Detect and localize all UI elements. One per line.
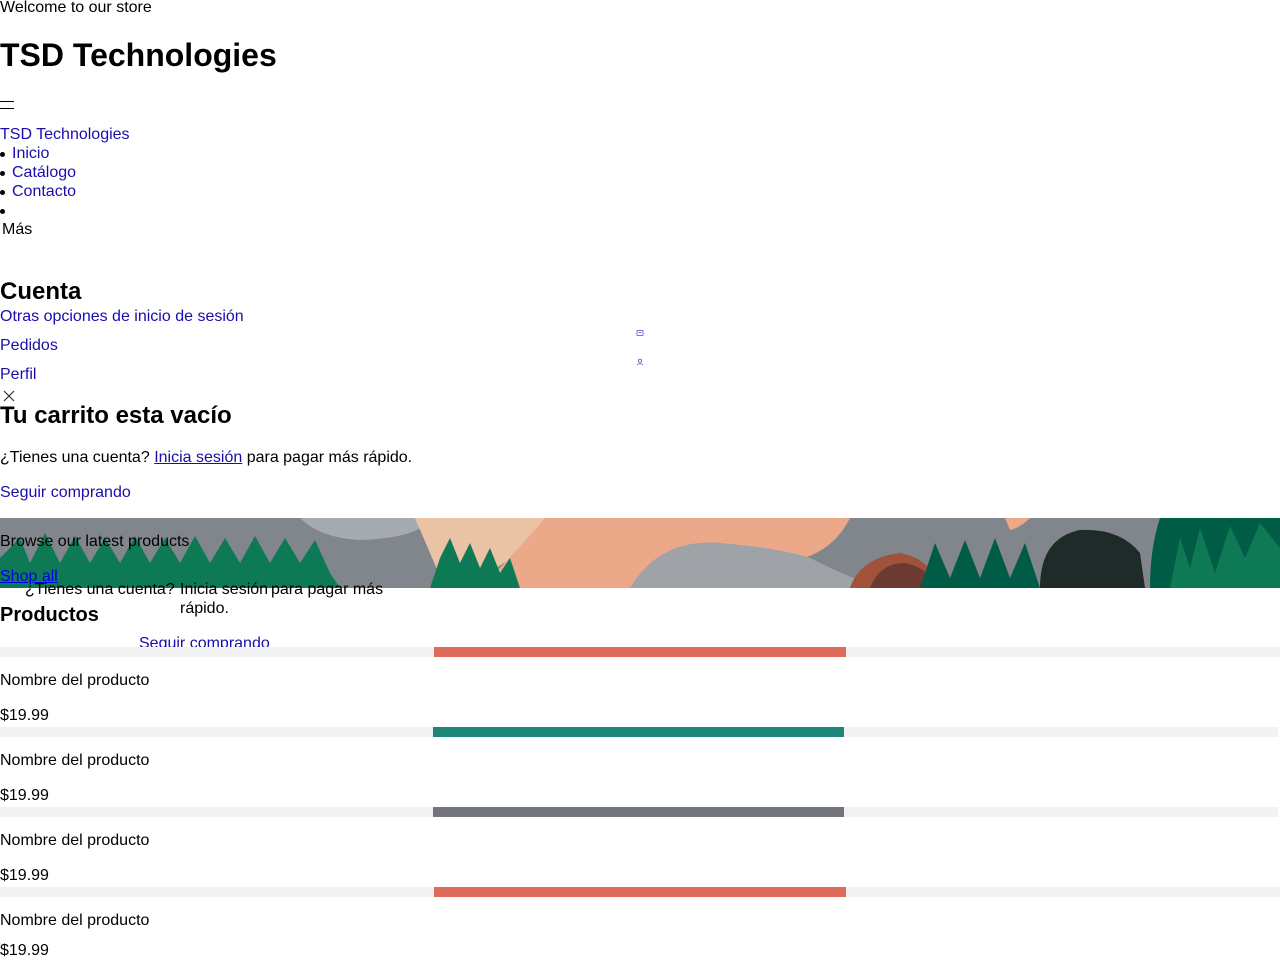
store-title: TSD Technologies <box>0 37 277 73</box>
product-name[interactable]: Nombre del producto <box>0 672 149 690</box>
products-title: Productos <box>0 604 99 626</box>
profile-icon[interactable] <box>636 358 644 366</box>
announcement-bar: Welcome to our store <box>0 0 152 16</box>
more-menu-button[interactable]: Más <box>2 221 32 239</box>
overlay-cart-login-link[interactable]: Inicia sesión <box>180 581 268 599</box>
cart-prompt-prefix: ¿Tienes una cuenta? <box>0 449 150 466</box>
continue-shopping-link[interactable]: Seguir comprando <box>0 484 131 502</box>
cart-login-prompt: ¿Tienes una cuenta? Inicia sesión para p… <box>0 449 412 467</box>
product-image[interactable] <box>434 647 846 657</box>
overlay-cart-prompt-suffix: para pagar más <box>271 581 384 598</box>
overlay-cart-prompt-prefix: ¿Tienes una cuenta? <box>25 581 175 598</box>
product-name[interactable]: Nombre del producto <box>0 752 149 770</box>
overlay-cart-prompt-suffix-2: rápido. <box>180 600 229 617</box>
product-name[interactable]: Nombre del producto <box>0 912 149 930</box>
nav-item-more <box>0 202 76 221</box>
product-name[interactable]: Nombre del producto <box>0 832 149 850</box>
nav-item-catalogo: Catálogo <box>0 164 76 183</box>
cart-empty-title: Tu carrito esta vacío <box>0 402 232 429</box>
account-title: Cuenta <box>0 278 82 305</box>
nav-link-catalogo[interactable]: Catálogo <box>12 164 76 181</box>
orders-link[interactable]: Pedidos <box>0 337 58 355</box>
product-image[interactable] <box>434 887 846 897</box>
product-image[interactable] <box>433 727 844 737</box>
cart-login-link[interactable]: Inicia sesión <box>154 449 242 466</box>
brand-link[interactable]: TSD Technologies <box>0 126 130 144</box>
nav-link-contacto[interactable]: Contacto <box>12 183 76 200</box>
nav-link-inicio[interactable]: Inicio <box>12 145 49 162</box>
orders-icon[interactable] <box>636 329 644 337</box>
other-login-options-link[interactable]: Otras opciones de inicio de sesión <box>0 308 244 326</box>
product-price: $19.99 <box>0 867 49 884</box>
profile-link[interactable]: Perfil <box>0 366 36 384</box>
product-price: $19.99 <box>0 707 49 724</box>
cart-prompt-suffix: para pagar más rápido. <box>246 449 413 466</box>
nav-item-inicio: Inicio <box>0 145 76 164</box>
product-price: $19.99 <box>0 942 49 959</box>
hamburger-menu-icon[interactable] <box>0 100 14 110</box>
nav-item-contacto: Contacto <box>0 183 76 202</box>
hero-heading: Browse our latest products <box>0 533 190 550</box>
product-image[interactable] <box>433 807 844 817</box>
product-price: $19.99 <box>0 787 49 804</box>
close-icon[interactable] <box>3 389 15 402</box>
hero-banner-image <box>0 518 1280 588</box>
main-nav: Inicio Catálogo Contacto <box>0 145 76 221</box>
